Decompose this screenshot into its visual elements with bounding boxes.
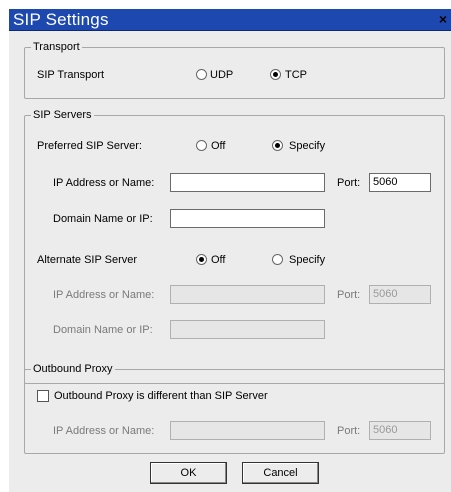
alternate-specify-label[interactable]: Specify [289,253,325,267]
preferred-domain-label: Domain Name or IP: [53,213,153,225]
outbound-ip-label: IP Address or Name: [53,425,155,437]
alternate-off-label[interactable]: Off [211,253,225,267]
preferred-off-label[interactable]: Off [211,139,225,153]
outbound-proxy-checkbox-label[interactable]: Outbound Proxy is different than SIP Ser… [54,389,268,403]
outbound-proxy-legend: Outbound Proxy [31,362,115,376]
alternate-port-label: Port: [337,289,361,301]
preferred-specify-label[interactable]: Specify [289,139,325,153]
preferred-port-input[interactable]: 5060 [369,173,431,192]
cancel-button[interactable]: Cancel [242,462,319,484]
outbound-port-label: Port: [337,425,361,437]
window-title: SIP Settings [13,10,109,29]
close-button[interactable]: × [435,12,451,27]
outbound-proxy-group: Outbound Proxy Outbound Proxy is differe… [24,362,445,454]
sip-servers-legend: SIP Servers [31,108,94,122]
preferred-specify-radio[interactable] [272,140,283,151]
sip-settings-dialog: Transport SIP Transport UDP TCP SIP Serv… [9,31,451,492]
alternate-domain-input[interactable] [170,320,325,339]
alternate-specify-radio[interactable] [272,254,283,265]
preferred-ip-input[interactable] [170,173,325,192]
preferred-off-radio[interactable] [196,140,207,151]
transport-group: Transport SIP Transport UDP TCP [24,40,445,99]
outbound-proxy-checkbox[interactable] [37,390,49,402]
title-bar: SIP Settings × [9,9,451,31]
transport-legend: Transport [31,40,82,54]
udp-label[interactable]: UDP [210,68,233,82]
preferred-sip-server-label: Preferred SIP Server: [37,140,142,152]
alternate-off-radio[interactable] [196,254,207,265]
alternate-port-input[interactable]: 5060 [369,285,431,304]
sip-transport-label: SIP Transport [37,69,105,81]
preferred-ip-label: IP Address or Name: [53,177,155,189]
alternate-ip-input[interactable] [170,285,325,304]
alternate-domain-label: Domain Name or IP: [53,324,153,336]
tcp-radio[interactable] [270,69,281,80]
outbound-port-input[interactable]: 5060 [369,421,431,440]
sip-servers-group: SIP Servers Preferred SIP Server: Off Sp… [24,108,445,384]
preferred-port-label: Port: [337,177,361,189]
alternate-sip-server-label: Alternate SIP Server [37,254,138,266]
ok-button[interactable]: OK [150,462,227,484]
udp-radio[interactable] [196,69,207,80]
preferred-domain-input[interactable] [170,209,325,228]
alternate-ip-label: IP Address or Name: [53,289,155,301]
outbound-ip-input[interactable] [170,421,325,440]
tcp-label[interactable]: TCP [285,68,307,82]
